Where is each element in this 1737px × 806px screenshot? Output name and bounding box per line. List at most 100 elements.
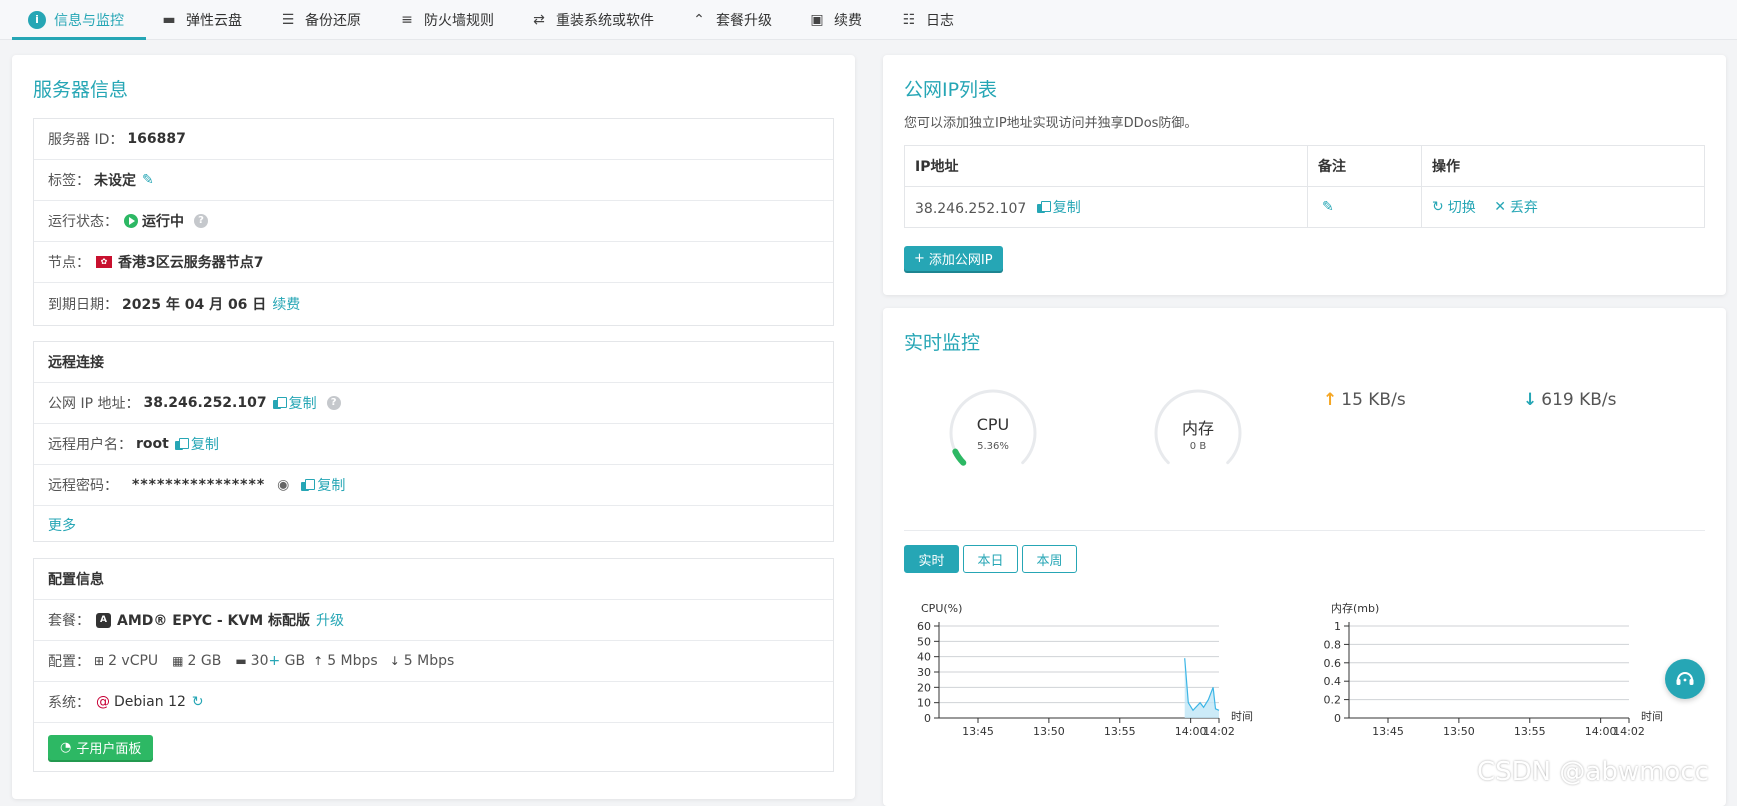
switch-ip-button[interactable]: ↻ 切换 (1432, 197, 1476, 217)
chart-y-tick-label: 0.2 (1324, 694, 1342, 707)
note-cell: ✎ (1307, 186, 1422, 228)
server-id-value: 166887 (127, 131, 186, 147)
plan-value: AMD® EPYC - KVM 标配版 (117, 613, 311, 629)
cpu-usage-chart: CPU(%) 0 10 20 30 40 50 60 13:45 13:50 13:55 14:001… (917, 602, 1253, 738)
chart-series-area (1184, 658, 1219, 718)
chart-y-tick-label: 0 (924, 712, 931, 725)
tag-row: 标签： 未设定 ✎ (34, 160, 833, 201)
info-icon: i (28, 11, 46, 29)
config-info-heading: 配置信息 (48, 572, 104, 588)
status-value: 运行中 (142, 214, 184, 230)
ip-help-icon[interactable]: ? (326, 396, 341, 410)
cpu-chip-icon: ⊞ (94, 654, 105, 668)
csdn-watermark: CSDN @abwmocc (1477, 757, 1709, 787)
copy-username-button[interactable]: 复制 (174, 434, 219, 454)
tab-firewall-rules[interactable]: ≡ 防火墙规则 (398, 0, 494, 40)
memory-gauge-label: 内存 (1181, 419, 1214, 438)
debian-logo-icon: @ (96, 694, 110, 710)
note-column-header: 备注 (1307, 145, 1422, 187)
subuser-row: ◔ 子用户面板 (34, 723, 833, 773)
status-row: 运行状态： 运行中 ? (34, 201, 833, 242)
tab-logs[interactable]: ☷ 日志 (900, 0, 954, 40)
spec-row: 配置： ⊞ 2 vCPU ▦ 2 GB ▬ 30 + GB ↑ 5 Mbps ↓ 5 Mbp… (34, 641, 833, 682)
cpu-gauge-value: 5.36% (977, 441, 1009, 452)
ip-list-panel: 公网IP列表 您可以添加独立IP地址实现访问并独享DDos防御。 IP地址 备注… (883, 55, 1726, 295)
memory-gauge: 内存 0 B (1150, 385, 1246, 481)
tag-value: 未设定 (94, 173, 136, 189)
swap-icon: ⇄ (533, 12, 545, 28)
remote-head-row: 远程连接 (34, 342, 833, 383)
monitor-title: 实时监控 (904, 332, 981, 354)
server-id-row: 服务器 ID： 166887 (34, 119, 833, 160)
copy-icon (301, 479, 316, 491)
tab-renew[interactable]: ▣ 续费 (808, 0, 862, 40)
edit-note-icon[interactable]: ✎ (1322, 199, 1334, 215)
running-status-icon (124, 214, 138, 228)
customer-support-button[interactable] (1665, 659, 1705, 699)
download-speed: ↓ 619 KB/s (1523, 390, 1617, 410)
expire-value: 2025 年 04 月 06 日 (122, 296, 267, 313)
cpu-gauge: CPU 5.36% (945, 385, 1041, 481)
realtime-monitor-panel: 实时监控 CPU 5.36% 内存 0 B ↑ 15 KB/s ↓ 619 KB/s… (883, 308, 1726, 806)
arrow-down-icon: ↓ (389, 654, 400, 668)
chart-x-tick-label: 13:55 (1104, 725, 1136, 738)
arrow-up-icon: ↑ (1323, 390, 1338, 410)
tab-plan-upgrade[interactable]: ⌃ 套餐升级 (690, 0, 772, 40)
chart-y-tick-label: 0.6 (1324, 657, 1342, 670)
headset-icon (1676, 672, 1694, 685)
copy-ip-button[interactable]: 复制 (272, 393, 317, 413)
copy-password-button[interactable]: 复制 (301, 475, 345, 495)
server-info-title: 服务器信息 (33, 79, 129, 101)
subuser-panel-button[interactable]: ◔ 子用户面板 (48, 735, 154, 760)
range-week-button[interactable]: 本周 (1022, 545, 1077, 573)
dashboard-icon: ◔ (60, 740, 72, 755)
chart-x-tick-label: 14:02 (1613, 725, 1645, 738)
cpu-spec: ⊞ 2 vCPU (94, 653, 159, 669)
tab-reinstall[interactable]: ⇄ 重装系统或软件 (530, 0, 654, 40)
download-bandwidth-spec: ↓ 5 Mbps (389, 653, 455, 669)
chart-x-tick-label: 13:45 (1372, 725, 1404, 738)
amd-logo-icon: A (96, 612, 111, 628)
money-icon: ▣ (810, 12, 824, 28)
upgrade-link[interactable]: 升级 (316, 610, 344, 630)
close-icon: ✕ (1494, 199, 1506, 215)
disk-spec: ▬ 30 + GB (235, 653, 306, 669)
disk-icon: ▬ (162, 12, 176, 28)
upload-speed: ↑ 15 KB/s (1323, 390, 1406, 410)
tab-info-monitor[interactable]: i 信息与监控 (28, 0, 124, 40)
chart-y-tick-label: 30 (917, 666, 931, 679)
log-icon: ☷ (902, 12, 916, 28)
upgrade-icon: ⌃ (693, 12, 705, 28)
tab-elastic-disk[interactable]: ▬ 弹性云盘 (160, 0, 242, 40)
password-row: 远程密码： **************** ◉ 复制 (34, 465, 833, 506)
remote-connection-heading: 远程连接 (48, 355, 104, 371)
more-link[interactable]: 更多 (48, 515, 76, 535)
range-today-button[interactable]: 本日 (963, 545, 1018, 573)
chart-y-axis-label: 内存(mb) (1331, 601, 1379, 615)
tab-backup-restore[interactable]: ☰ 备份还原 (279, 0, 361, 40)
ip-cell: 38.246.252.107 复制 (904, 186, 1308, 228)
refresh-icon[interactable]: ↻ (192, 694, 204, 710)
range-realtime-button[interactable]: 实时 (904, 545, 959, 573)
upload-bandwidth-spec: ↑ 5 Mbps (313, 653, 378, 669)
node-row: 节点： ✿ 香港3区云服务器节点7 (34, 242, 833, 283)
action-cell: ↻ 切换 ✕ 丢弃 (1421, 186, 1705, 228)
chart-y-tick-label: 0.8 (1324, 638, 1342, 651)
chart-x-tick-label: 13:55 (1514, 725, 1546, 738)
status-help-icon[interactable]: ? (194, 214, 208, 228)
renew-link[interactable]: 续费 (272, 294, 300, 314)
remote-connection-box: 远程连接 公网 IP 地址： 38.246.252.107 复制 ? 远程用户名… (33, 341, 834, 542)
copy-icon (1036, 201, 1051, 213)
show-password-eye-icon[interactable]: ◉ (277, 477, 289, 493)
copy-ip-button[interactable]: 复制 (1036, 197, 1081, 217)
chart-x-axis-label: 时间 (1231, 710, 1253, 723)
add-public-ip-button[interactable]: + 添加公网IP (904, 246, 1003, 271)
chart-x-tick-label: 13:45 (962, 725, 994, 738)
memory-usage-chart: 内存(mb) 0 0.2 0.4 0.6 0.8 1 13:45 13:50 13:55 14:00… (1324, 601, 1664, 738)
more-row: 更多 (34, 506, 833, 543)
table-row: 38.246.252.107 复制 ✎ ↻ 切换 ✕ 丢弃 (904, 186, 1705, 228)
active-tab-indicator (12, 37, 146, 40)
edit-tag-icon[interactable]: ✎ (142, 172, 154, 188)
firewall-icon: ≡ (401, 12, 413, 28)
discard-ip-button[interactable]: ✕ 丢弃 (1494, 197, 1538, 217)
